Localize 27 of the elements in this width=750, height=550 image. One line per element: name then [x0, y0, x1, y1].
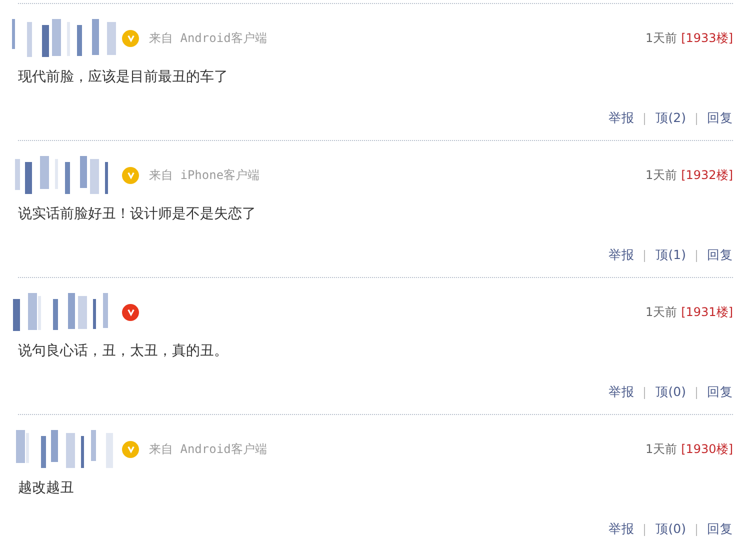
client-source: 来自 Android客户端: [149, 440, 267, 458]
floor-number: [1932楼]: [681, 166, 733, 184]
comment-text: 说实话前脸好丑！设计师是不是失恋了: [18, 205, 257, 223]
post-time: 1天前: [645, 304, 678, 320]
floor-number: [1930楼]: [681, 440, 733, 458]
action-link[interactable]: 举报: [608, 384, 634, 401]
comment-text: 说句良心话，丑，太丑，真的丑。: [18, 342, 229, 360]
action-link[interactable]: 回复: [707, 247, 733, 264]
client-source: 来自 iPhone客户端: [149, 166, 260, 184]
action-link[interactable]: 举报: [608, 110, 634, 127]
action-link[interactable]: 举报: [608, 247, 634, 264]
post-time: 1天前: [645, 166, 678, 184]
floor-number: [1933楼]: [681, 30, 733, 46]
action-link[interactable]: 回复: [707, 384, 733, 401]
client-source: 来自 Android客户端: [149, 30, 267, 46]
floor-number: [1931楼]: [681, 304, 733, 320]
comment-text: 现代前脸，应该是目前最丑的车了: [18, 68, 229, 86]
action-link[interactable]: 顶(0): [655, 384, 686, 401]
action-link[interactable]: 顶(2): [655, 110, 686, 127]
action-link[interactable]: 举报: [608, 521, 634, 538]
action-link[interactable]: 顶(0): [655, 521, 686, 538]
post-time: 1天前: [645, 440, 678, 458]
post-time: 1天前: [645, 30, 678, 46]
action-link[interactable]: 顶(1): [655, 247, 686, 264]
action-link[interactable]: 回复: [707, 521, 733, 538]
action-link[interactable]: 回复: [707, 110, 733, 127]
comment-text: 越改越丑: [18, 479, 75, 497]
